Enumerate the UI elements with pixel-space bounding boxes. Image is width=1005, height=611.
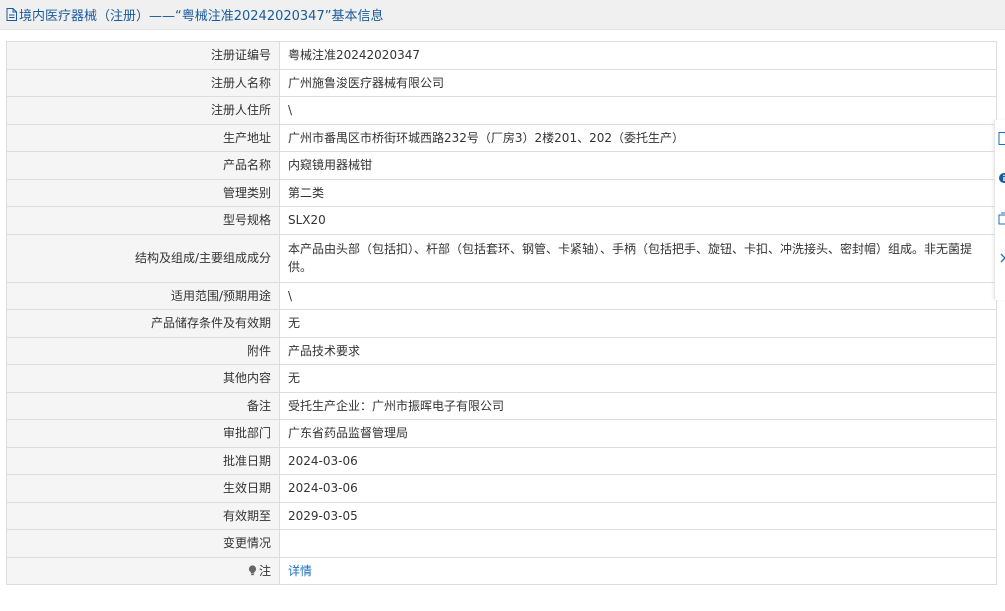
row-label: 注册证编号 — [6, 41, 280, 70]
chevron-right-icon[interactable] — [998, 252, 1005, 266]
table-row: 管理类别 第二类 — [6, 178, 997, 207]
row-label: 管理类别 — [6, 178, 280, 207]
table-row: 审批部门 广东省药品监督管理局 — [6, 419, 997, 448]
info-icon[interactable] — [998, 172, 1005, 186]
row-value: 2029-03-05 — [279, 501, 997, 530]
row-value: 受托生产企业：广州市振晖电子有限公司 — [279, 391, 997, 420]
row-value: 2024-03-06 — [279, 474, 997, 503]
row-label: 其他内容 — [6, 364, 280, 393]
note-label: 注 — [258, 563, 271, 578]
row-value: 本产品由头部（包括扣）、杆部（包括套环、钢管、卡紧轴）、手柄（包括把手、旋钮、卡… — [279, 233, 997, 283]
row-label: 生效日期 — [6, 474, 280, 503]
row-label: 附件 — [6, 336, 280, 365]
row-label: 产品名称 — [6, 151, 280, 180]
table-row: 结构及组成/主要组成成分 本产品由头部（包括扣）、杆部（包括套环、钢管、卡紧轴）… — [6, 233, 997, 283]
document-icon[interactable] — [998, 132, 1005, 146]
row-label: 型号规格 — [6, 206, 280, 235]
row-value: 粤械注准20242020347 — [279, 41, 997, 70]
table-row: 注册人住所 \ — [6, 96, 997, 125]
document-icon — [6, 8, 17, 21]
row-value — [279, 529, 997, 558]
row-label: 注册人名称 — [6, 68, 280, 97]
row-label: 有效期至 — [6, 501, 280, 530]
table-row: 备注 受托生产企业：广州市振晖电子有限公司 — [6, 391, 997, 420]
table-row: 型号规格 SLX20 — [6, 206, 997, 235]
row-label: 变更情况 — [6, 529, 280, 558]
row-label: 产品储存条件及有效期 — [6, 309, 280, 338]
table-row: 其他内容 无 — [6, 364, 997, 393]
row-label: 备注 — [6, 391, 280, 420]
side-toolbar — [994, 120, 1005, 300]
table-row: 有效期至 2029-03-05 — [6, 501, 997, 530]
row-label: 注册人住所 — [6, 96, 280, 125]
note-label-cell: 注 — [6, 556, 280, 585]
row-value: 广州市番禺区市桥街环城西路232号（厂房3）2楼201、202（委托生产） — [279, 123, 997, 152]
details-link[interactable]: 详情 — [288, 564, 312, 578]
row-value: 无 — [279, 364, 997, 393]
page-title: 境内医疗器械（注册）——“粤械注准20242020347”基本信息 — [19, 9, 384, 24]
table-row: 变更情况 — [6, 529, 997, 558]
table-row: 生产地址 广州市番禺区市桥街环城西路232号（厂房3）2楼201、202（委托生… — [6, 123, 997, 152]
row-value: 第二类 — [279, 178, 997, 207]
row-value: 2024-03-06 — [279, 446, 997, 475]
row-label: 生产地址 — [6, 123, 280, 152]
table-row: 生效日期 2024-03-06 — [6, 474, 997, 503]
row-value: 广东省药品监督管理局 — [279, 419, 997, 448]
row-value: 内窥镜用器械钳 — [279, 151, 997, 180]
lightbulb-icon — [248, 563, 257, 575]
row-label: 审批部门 — [6, 419, 280, 448]
row-value: \ — [279, 281, 997, 310]
row-value: 无 — [279, 309, 997, 338]
table-row: 批准日期 2024-03-06 — [6, 446, 997, 475]
table-row: 产品名称 内窥镜用器械钳 — [6, 151, 997, 180]
table-row: 产品储存条件及有效期 无 — [6, 309, 997, 338]
table-row: 注册证编号 粤械注准20242020347 — [6, 41, 997, 70]
row-label: 适用范围/预期用途 — [6, 281, 280, 310]
info-table-container: 注册证编号 粤械注准20242020347 注册人名称 广州施鲁浚医疗器械有限公… — [6, 41, 997, 585]
row-value: \ — [279, 96, 997, 125]
copy-icon[interactable] — [998, 212, 1005, 226]
note-value-cell: 详情 — [279, 556, 997, 585]
info-table: 注册证编号 粤械注准20242020347 注册人名称 广州施鲁浚医疗器械有限公… — [6, 41, 997, 585]
row-label: 批准日期 — [6, 446, 280, 475]
row-value: 广州施鲁浚医疗器械有限公司 — [279, 68, 997, 97]
row-value: 产品技术要求 — [279, 336, 997, 365]
page-title-bar: 境内医疗器械（注册）——“粤械注准20242020347”基本信息 — [0, 0, 1005, 30]
table-row-note: 注 详情 — [6, 556, 997, 585]
table-row: 适用范围/预期用途 \ — [6, 281, 997, 310]
table-row: 附件 产品技术要求 — [6, 336, 997, 365]
row-label: 结构及组成/主要组成成分 — [6, 233, 280, 283]
row-value: SLX20 — [279, 206, 997, 235]
table-row: 注册人名称 广州施鲁浚医疗器械有限公司 — [6, 68, 997, 97]
